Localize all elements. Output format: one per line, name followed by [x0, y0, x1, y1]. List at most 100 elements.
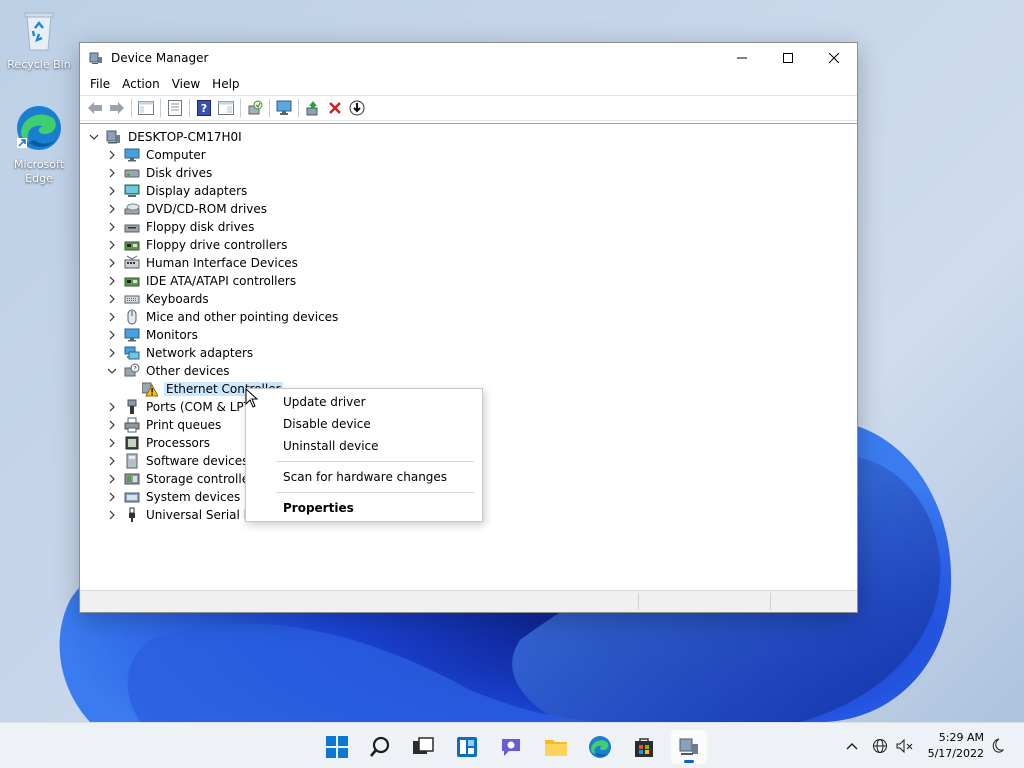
tree-category[interactable]: Disk drives — [106, 164, 212, 182]
scan-hardware-button[interactable] — [244, 97, 266, 119]
chevron-right-icon[interactable] — [106, 437, 118, 449]
network-tray-button[interactable] — [870, 723, 890, 768]
monitor-view-button[interactable] — [273, 97, 295, 119]
uninstall-device-button[interactable] — [324, 97, 346, 119]
menu-help[interactable]: Help — [206, 74, 245, 94]
chevron-right-icon[interactable] — [106, 455, 118, 467]
svg-text:?: ? — [201, 102, 207, 115]
file-explorer-button[interactable] — [538, 730, 574, 764]
device-tree-label: Mice and other pointing devices — [146, 310, 339, 324]
device-tree-label: Keyboards — [146, 292, 209, 306]
tree-category[interactable]: Ports (COM & LPT) — [106, 398, 256, 416]
taskbar-clock[interactable]: 5:29 AM 5/17/2022 — [928, 730, 984, 762]
search-button[interactable] — [362, 730, 398, 764]
desktop-icon-edge[interactable]: Microsoft Edge — [1, 104, 77, 186]
chevron-right-icon[interactable] — [106, 473, 118, 485]
desktop-icon-recycle-bin[interactable]: Recycle Bin — [1, 10, 77, 72]
action-pane-button[interactable] — [215, 97, 237, 119]
context-properties[interactable]: Properties — [283, 500, 354, 516]
show-hidden-icons-button[interactable] — [842, 723, 862, 768]
tree-category[interactable]: Processors — [106, 434, 210, 452]
tree-category[interactable]: Network adapters — [106, 344, 253, 362]
chevron-right-icon[interactable] — [106, 293, 118, 305]
widgets-button[interactable] — [449, 730, 485, 764]
chevron-down-icon[interactable] — [88, 131, 100, 143]
edge-icon — [1, 104, 77, 156]
chevron-right-icon[interactable] — [106, 401, 118, 413]
chevron-right-icon[interactable] — [106, 167, 118, 179]
chevron-right-icon[interactable] — [106, 347, 118, 359]
menu-file[interactable]: File — [84, 74, 116, 94]
tree-root[interactable]: DESKTOP-CM17H0I — [88, 128, 242, 146]
toolbar-separator — [189, 99, 190, 117]
show-hide-console-tree-button[interactable] — [135, 97, 157, 119]
close-button[interactable] — [811, 43, 857, 73]
tree-category[interactable]: Print queues — [106, 416, 221, 434]
context-uninstall-device[interactable]: Uninstall device — [283, 438, 379, 454]
menu-view[interactable]: View — [166, 74, 206, 94]
store-button[interactable] — [626, 730, 662, 764]
back-button[interactable] — [84, 97, 106, 119]
context-update-driver[interactable]: Update driver — [283, 394, 366, 410]
action-pane-icon — [218, 101, 234, 115]
tree-category[interactable]: Monitors — [106, 326, 198, 344]
chevron-right-icon[interactable] — [106, 203, 118, 215]
volume-muted-icon — [896, 738, 913, 754]
chevron-right-icon[interactable] — [106, 419, 118, 431]
disable-device-button[interactable] — [346, 97, 368, 119]
maximize-button[interactable] — [765, 43, 811, 73]
tree-category[interactable]: Floppy disk drives — [106, 218, 254, 236]
notifications-button[interactable] — [986, 723, 1008, 768]
chevron-right-icon[interactable] — [106, 149, 118, 161]
tree-category[interactable]: IDE ATA/ATAPI controllers — [106, 272, 296, 290]
start-button[interactable] — [319, 730, 355, 764]
task-view-button[interactable] — [405, 730, 441, 764]
network-adapter-icon — [124, 345, 140, 361]
chat-button[interactable] — [493, 730, 529, 764]
chevron-right-icon[interactable] — [106, 509, 118, 521]
window-title: Device Manager — [111, 51, 209, 65]
clock-time: 5:29 AM — [938, 731, 984, 744]
edge-label-line2: Edge — [25, 172, 53, 185]
tree-category[interactable]: System devices — [106, 488, 240, 506]
tree-category[interactable]: Keyboards — [106, 290, 209, 308]
device-manager-taskbar-button[interactable] — [671, 730, 707, 764]
chevron-right-icon[interactable] — [106, 221, 118, 233]
chevron-right-icon[interactable] — [106, 185, 118, 197]
tree-category[interactable]: Mice and other pointing devices — [106, 308, 338, 326]
minimize-button[interactable] — [719, 43, 765, 73]
chevron-right-icon[interactable] — [106, 275, 118, 287]
context-disable-device[interactable]: Disable device — [283, 416, 371, 432]
unknown-device-icon: ? — [124, 363, 140, 379]
volume-tray-button[interactable] — [894, 723, 916, 768]
title-bar[interactable]: Device Manager — [80, 43, 857, 73]
chevron-right-icon[interactable] — [106, 239, 118, 251]
tree-category[interactable]: Storage controllers — [106, 470, 260, 488]
tree-category[interactable]: Floppy drive controllers — [106, 236, 287, 254]
chevron-down-icon[interactable] — [106, 365, 118, 377]
tree-category[interactable]: Computer — [106, 146, 206, 164]
keyboard-icon — [124, 291, 140, 307]
forward-button[interactable] — [106, 97, 128, 119]
context-scan-hardware[interactable]: Scan for hardware changes — [283, 469, 447, 485]
chevron-right-icon[interactable] — [106, 329, 118, 341]
edge-taskbar-button[interactable] — [582, 730, 618, 764]
controller-card-icon — [124, 237, 140, 253]
chevron-right-icon[interactable] — [106, 257, 118, 269]
tree-category[interactable]: ? Other devices — [106, 362, 230, 380]
tree-category[interactable]: Universal Serial Bus — [106, 506, 266, 524]
menu-action[interactable]: Action — [116, 74, 166, 94]
tree-category[interactable]: Software devices — [106, 452, 248, 470]
device-tree-label: Network adapters — [146, 346, 254, 360]
tree-category[interactable]: Display adapters — [106, 182, 247, 200]
tree-category[interactable]: DVD/CD-ROM drives — [106, 200, 267, 218]
clock-date: 5/17/2022 — [927, 747, 984, 760]
tree-category[interactable]: Human Interface Devices — [106, 254, 298, 272]
device-tree-label: Disk drives — [146, 166, 213, 180]
store-bag-icon — [635, 738, 653, 757]
help-button[interactable]: ? — [193, 97, 215, 119]
update-driver-button[interactable] — [302, 97, 324, 119]
properties-button[interactable] — [164, 97, 186, 119]
chevron-right-icon[interactable] — [106, 311, 118, 323]
chevron-right-icon[interactable] — [106, 491, 118, 503]
